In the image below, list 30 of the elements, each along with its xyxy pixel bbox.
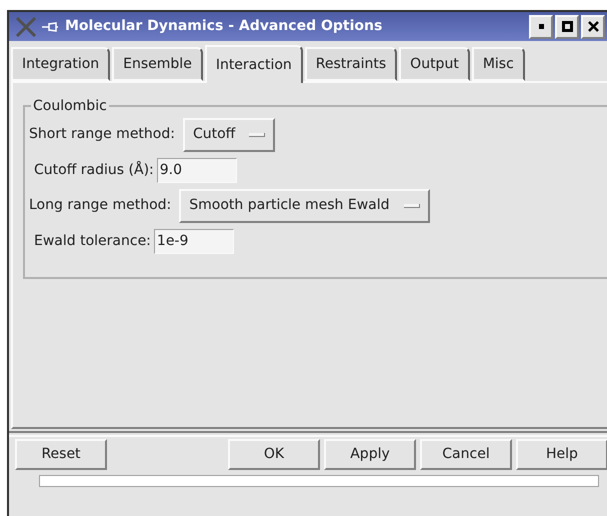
field-label: Cutoff radius (Å): — [34, 160, 154, 180]
dialog-button[interactable]: Apply — [324, 438, 416, 470]
input-field[interactable]: 1e-9 — [154, 228, 234, 254]
dialog-button[interactable]: Reset — [15, 438, 107, 470]
minimize-icon — [538, 24, 544, 29]
tab[interactable]: Ensemble — [112, 47, 203, 81]
tab[interactable]: Output — [399, 47, 470, 81]
menu-indicator-icon — [249, 132, 266, 136]
field-label: Long range method: — [29, 196, 172, 215]
x-logo-icon — [15, 16, 37, 36]
tab[interactable]: Misc — [472, 47, 525, 81]
input-field[interactable]: 9.0 — [156, 158, 237, 182]
pin-icon — [41, 20, 59, 32]
dialog-button[interactable]: Cancel — [420, 438, 512, 470]
tab[interactable]: Restraints — [304, 47, 398, 81]
option-menu[interactable]: Cutoff — [182, 118, 276, 152]
close-icon — [588, 21, 598, 32]
option-menu[interactable]: Smooth particle mesh Ewald — [179, 188, 430, 222]
field-label: Short range method: — [29, 125, 175, 144]
maximize-icon — [562, 21, 572, 32]
minimize-button[interactable] — [529, 14, 553, 38]
dialog-button[interactable]: OK — [228, 438, 320, 470]
menu-indicator-icon — [404, 204, 420, 208]
close-button[interactable] — [581, 14, 605, 38]
dialog-button[interactable]: Help — [516, 438, 607, 470]
maximize-button[interactable] — [555, 14, 579, 38]
window-title: Molecular Dynamics - Advanced Options — [65, 17, 382, 36]
tab[interactable]: Interaction — [204, 45, 303, 83]
field-label: Ewald tolerance: — [34, 232, 151, 250]
tab[interactable]: Integration — [11, 47, 110, 81]
